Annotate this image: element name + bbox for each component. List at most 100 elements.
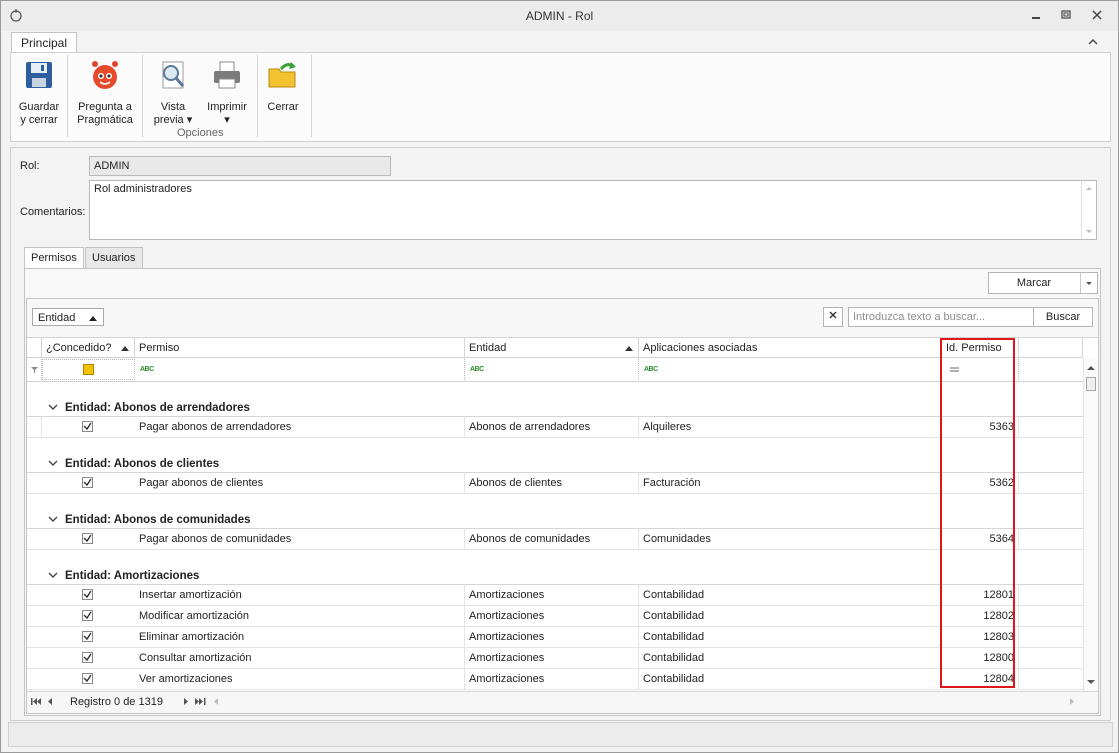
cerrar-label: Cerrar xyxy=(267,101,299,113)
ribbon-tab-principal[interactable]: Principal xyxy=(11,32,78,53)
guardar-cerrar-button[interactable]: Guardar y cerrar xyxy=(15,59,63,127)
filter-row: ABC ABC ABC xyxy=(27,359,1083,382)
next-record-icon[interactable] xyxy=(183,697,189,706)
table-row[interactable]: Ver amortizaciones Amortizaciones Contab… xyxy=(27,669,1083,690)
tab-permisos[interactable]: Permisos xyxy=(24,247,84,270)
filter-checkbox-indeterminate[interactable] xyxy=(83,364,94,375)
cerrar-button[interactable]: Cerrar xyxy=(263,59,303,114)
cell-entidad: Amortizaciones xyxy=(465,585,639,605)
cell-entidad: Amortizaciones xyxy=(465,606,639,626)
record-navigator: Registro 0 de 1319 xyxy=(27,691,1098,713)
folder-exit-icon xyxy=(268,62,296,88)
cell-permiso: Ver amortizaciones xyxy=(135,669,465,689)
previous-record-icon[interactable] xyxy=(47,697,53,706)
save-icon xyxy=(26,62,52,88)
group-label: Entidad: Abonos de clientes xyxy=(65,458,220,470)
group-chip-entidad[interactable]: Entidad xyxy=(32,308,104,326)
minimize-icon xyxy=(1032,17,1040,19)
table-row[interactable]: Pagar abonos de comunidades Abonos de co… xyxy=(27,529,1083,550)
scroll-down-icon xyxy=(1086,230,1092,233)
filter-concedido[interactable] xyxy=(42,359,135,380)
table-row[interactable]: Insertar amortización Amortizaciones Con… xyxy=(27,585,1083,606)
chevron-down-icon xyxy=(48,404,58,410)
status-bar xyxy=(8,722,1113,747)
cell-entidad: Amortizaciones xyxy=(465,627,639,647)
grid-vertical-scrollbar[interactable] xyxy=(1083,359,1098,691)
checkmark-icon xyxy=(83,478,92,487)
cell-aplicaciones: Contabilidad xyxy=(639,606,942,626)
close-icon xyxy=(829,311,837,319)
marcar-dropdown-button[interactable]: Marcar xyxy=(988,272,1098,294)
grid-body: Entidad: Abonos de arrendadores Pagar ab… xyxy=(27,382,1083,690)
table-row[interactable]: Pagar abonos de arrendadores Abonos de a… xyxy=(27,417,1083,438)
column-header-permiso[interactable]: Permiso xyxy=(135,338,465,358)
rol-field[interactable]: ADMIN xyxy=(89,156,391,176)
cell-permiso: Pagar abonos de comunidades xyxy=(135,529,465,549)
chevron-down-icon xyxy=(48,460,58,466)
group-row[interactable]: Entidad: Abonos de arrendadores xyxy=(27,382,1083,417)
table-row[interactable]: Consultar amortización Amortizaciones Co… xyxy=(27,648,1083,669)
cell-entidad: Abonos de comunidades xyxy=(465,529,639,549)
filter-indicator xyxy=(27,359,42,380)
concedido-checkbox[interactable] xyxy=(82,477,93,488)
concedido-checkbox[interactable] xyxy=(82,589,93,600)
filter-aplicaciones[interactable]: ABC xyxy=(639,359,942,380)
checkmark-icon xyxy=(83,611,92,620)
marcar-arrow[interactable] xyxy=(1080,273,1097,293)
vista-label-line1: Vista xyxy=(160,101,186,113)
scroll-left-icon[interactable] xyxy=(213,697,219,706)
concedido-checkbox[interactable] xyxy=(82,610,93,621)
table-row[interactable]: Pagar abonos de clientes Abonos de clien… xyxy=(27,473,1083,494)
concedido-checkbox[interactable] xyxy=(82,652,93,663)
cell-aplicaciones: Contabilidad xyxy=(639,648,942,668)
cell-permiso: Pagar abonos de clientes xyxy=(135,473,465,493)
text-filter-icon: ABC xyxy=(644,366,658,373)
pregunta-label-line2: Pragmática xyxy=(77,114,133,126)
pregunta-pragmatica-button[interactable]: Pregunta a Pragmática xyxy=(73,59,137,127)
window-title: ADMIN - Rol xyxy=(525,9,594,23)
last-record-icon[interactable] xyxy=(195,697,207,706)
clear-search-button[interactable] xyxy=(823,307,843,327)
text-filter-icon: ABC xyxy=(470,366,484,373)
tab-usuarios-adscritos[interactable]: Usuarios adscritos xyxy=(85,247,144,284)
concedido-checkbox[interactable] xyxy=(82,673,93,684)
scroll-right-icon[interactable] xyxy=(1069,697,1075,706)
search-button[interactable]: Buscar xyxy=(1033,307,1093,327)
table-row[interactable]: Eliminar amortización Amortizaciones Con… xyxy=(27,627,1083,648)
group-row[interactable]: Entidad: Abonos de comunidades xyxy=(27,494,1083,529)
comentarios-scrollbar[interactable] xyxy=(1081,181,1096,239)
column-header-entidad[interactable]: Entidad xyxy=(465,338,639,358)
close-window-button[interactable] xyxy=(1087,7,1107,25)
cell-permiso: Pagar abonos de arrendadores xyxy=(135,417,465,437)
imprimir-label-line2: ▾ xyxy=(224,114,230,126)
group-row[interactable]: Entidad: Amortizaciones xyxy=(27,550,1083,585)
comentarios-label: Comentarios: xyxy=(20,206,86,218)
first-record-icon[interactable] xyxy=(31,697,41,706)
imprimir-button[interactable]: Imprimir ▾ xyxy=(203,59,251,127)
cell-entidad: Abonos de clientes xyxy=(465,473,639,493)
checkmark-icon xyxy=(83,534,92,543)
comentarios-textarea[interactable]: Rol administradores xyxy=(89,180,1097,240)
filter-entidad[interactable]: ABC xyxy=(465,359,639,380)
maximize-button[interactable] xyxy=(1056,7,1076,25)
concedido-checkbox[interactable] xyxy=(82,631,93,642)
column-header-concedido[interactable]: ¿Concedido? xyxy=(42,338,135,358)
vista-previa-button[interactable]: Vista previa ▾ xyxy=(149,59,197,127)
guardar-label-line2: y cerrar xyxy=(20,114,58,126)
minimize-button[interactable] xyxy=(1026,7,1046,25)
concedido-checkbox[interactable] xyxy=(82,421,93,432)
magnifier-preview-icon xyxy=(162,61,185,89)
row-indicator-header xyxy=(27,338,42,358)
scroll-thumb[interactable] xyxy=(1086,377,1096,391)
collapse-ribbon-icon[interactable] xyxy=(1086,35,1100,49)
group-panel: Entidad Introduzca texto a buscar... Bus… xyxy=(27,299,1098,338)
imprimir-label-line1: Imprimir xyxy=(207,101,247,113)
concedido-checkbox[interactable] xyxy=(82,533,93,544)
filter-permiso[interactable]: ABC xyxy=(135,359,465,380)
app-window: ADMIN - Rol Principal Guardar y cerrar P… xyxy=(0,0,1119,753)
column-header-aplicaciones[interactable]: Aplicaciones asociadas xyxy=(639,338,942,358)
search-input[interactable]: Introduzca texto a buscar... xyxy=(848,307,1034,327)
ribbon: Guardar y cerrar Pregunta a Pragmática V… xyxy=(10,52,1111,142)
table-row[interactable]: Modificar amortización Amortizaciones Co… xyxy=(27,606,1083,627)
group-row[interactable]: Entidad: Abonos de clientes xyxy=(27,438,1083,473)
